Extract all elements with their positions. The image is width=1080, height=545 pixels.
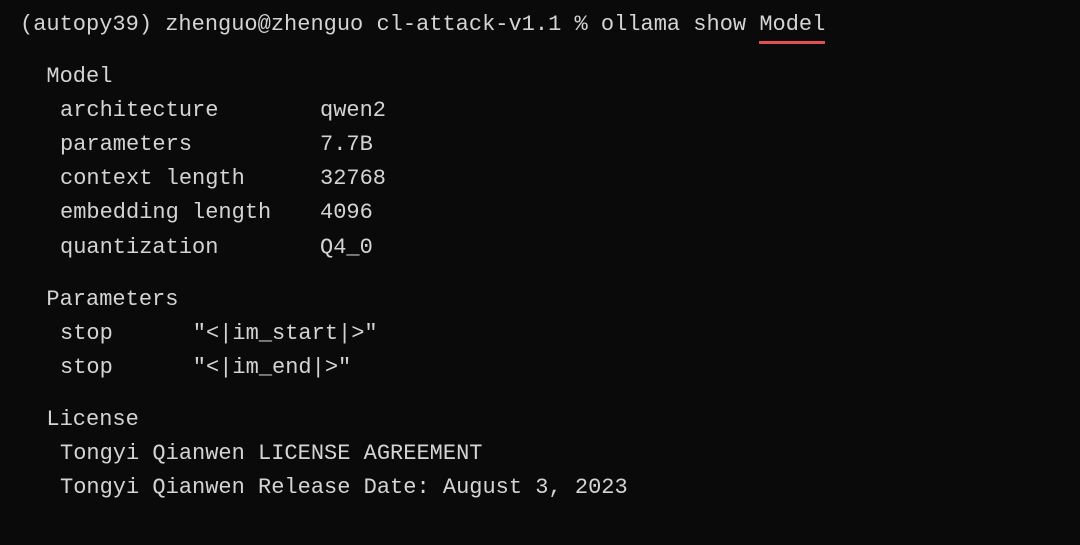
embed-value: 4096 (320, 196, 373, 230)
prompt-line: (autopy39) zhenguo@zhenguo cl-attack-v1.… (20, 8, 1060, 42)
gap3 (20, 385, 1060, 403)
arch-value: qwen2 (320, 94, 386, 128)
command-arg: Model (759, 8, 825, 42)
context-key: context length (60, 162, 320, 196)
stop-row-2: stop "<|im_end|>" (20, 351, 1060, 385)
stop-row-1: stop "<|im_start|>" (20, 317, 1060, 351)
quant-value: Q4_0 (320, 231, 373, 265)
model-context-length-row: context length32768 (20, 162, 1060, 196)
stop-key-1: stop (60, 317, 140, 351)
license-heading: License (20, 403, 1060, 437)
model-embedding-length-row: embedding length4096 (20, 196, 1060, 230)
embed-key: embedding length (60, 196, 320, 230)
params-value: 7.7B (320, 128, 373, 162)
model-quantization-row: quantizationQ4_0 (20, 231, 1060, 265)
prompt-text: (autopy39) zhenguo@zhenguo cl-attack-v1.… (20, 8, 759, 42)
license-line-2: Tongyi Qianwen Release Date: August 3, 2… (20, 471, 1060, 505)
stop-value-1: "<|im_start|>" (140, 317, 378, 351)
terminal: (autopy39) zhenguo@zhenguo cl-attack-v1.… (20, 8, 1060, 537)
model-heading: Model (20, 60, 1060, 94)
gap (20, 42, 1060, 60)
stop-value-2: "<|im_end|>" (140, 351, 351, 385)
stop-key-2: stop (60, 351, 140, 385)
parameters-heading: Parameters (20, 283, 1060, 317)
context-value: 32768 (320, 162, 386, 196)
model-architecture-row: architectureqwen2 (20, 94, 1060, 128)
license-line-1: Tongyi Qianwen LICENSE AGREEMENT (20, 437, 1060, 471)
license-text-1: Tongyi Qianwen LICENSE AGREEMENT (60, 437, 482, 471)
gap2 (20, 265, 1060, 283)
arch-key: architecture (60, 94, 320, 128)
license-text-2: Tongyi Qianwen Release Date: August 3, 2… (60, 471, 628, 505)
quant-key: quantization (60, 231, 320, 265)
model-parameters-row: parameters7.7B (20, 128, 1060, 162)
params-key: parameters (60, 128, 320, 162)
